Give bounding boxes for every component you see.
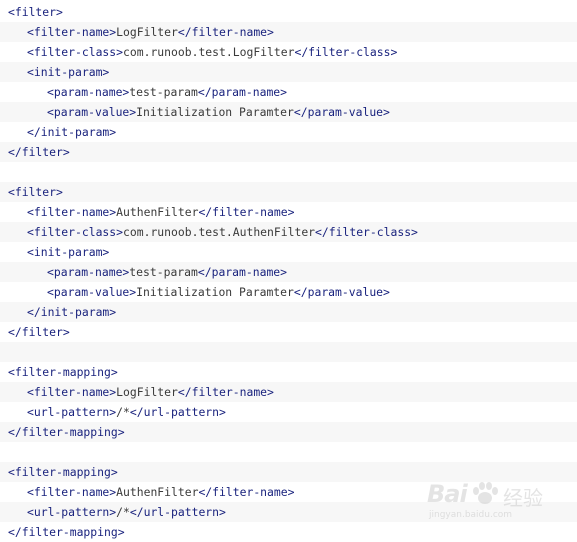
code-line: </init-param>	[0, 302, 577, 322]
xml-text: AuthenFilter	[116, 205, 199, 219]
xml-open-tag: <param-name>	[47, 85, 130, 99]
code-line: </filter-mapping>	[0, 522, 577, 542]
xml-open-tag: <filter-name>	[27, 205, 117, 219]
code-line: <filter-name>AuthenFilter</filter-name>	[0, 482, 577, 502]
xml-open-tag: </filter>	[8, 325, 70, 339]
xml-open-tag: </filter>	[8, 145, 70, 159]
xml-text: com.runoob.test.LogFilter	[123, 45, 295, 59]
xml-open-tag: <filter>	[8, 185, 63, 199]
code-line	[0, 442, 577, 462]
code-line: <filter-mapping>	[0, 462, 577, 482]
code-line: <param-value>Initialization Paramter</pa…	[0, 102, 577, 122]
xml-text: test-param	[129, 85, 198, 99]
xml-close-tag: </filter-class>	[294, 45, 398, 59]
code-line: </init-param>	[0, 122, 577, 142]
code-line: <filter-name>LogFilter</filter-name>	[0, 22, 577, 42]
xml-open-tag: </filter-mapping>	[8, 425, 125, 439]
xml-open-tag: </filter-mapping>	[8, 525, 125, 539]
xml-text: LogFilter	[116, 25, 178, 39]
xml-close-tag: </param-name>	[197, 265, 288, 279]
xml-text: com.runoob.test.AuthenFilter	[123, 225, 316, 239]
xml-close-tag: </filter-name>	[198, 485, 295, 499]
xml-close-tag: </param-value>	[293, 285, 390, 299]
code-line	[0, 162, 577, 182]
xml-text: /*	[116, 405, 130, 419]
xml-open-tag: <url-pattern>	[27, 405, 117, 419]
code-line: <filter-name>LogFilter</filter-name>	[0, 382, 577, 402]
code-line	[0, 342, 577, 362]
xml-open-tag: <filter-mapping>	[8, 365, 118, 379]
code-line: </filter>	[0, 142, 577, 162]
xml-close-tag: </filter-name>	[177, 385, 274, 399]
xml-open-tag: <filter-class>	[27, 225, 124, 239]
xml-open-tag: </init-param>	[27, 305, 117, 319]
xml-open-tag: </init-param>	[27, 125, 117, 139]
code-line: <filter>	[0, 182, 577, 202]
code-line: <filter-class>com.runoob.test.AuthenFilt…	[0, 222, 577, 242]
xml-open-tag: <filter-name>	[27, 485, 117, 499]
xml-text: test-param	[129, 265, 198, 279]
code-line: <filter>	[0, 2, 577, 22]
code-line: <filter-mapping>	[0, 362, 577, 382]
code-line: </filter-mapping>	[0, 422, 577, 442]
xml-open-tag: <filter-class>	[27, 45, 124, 59]
xml-open-tag: <filter-name>	[27, 25, 117, 39]
xml-close-tag: </filter-name>	[198, 205, 295, 219]
code-line: </filter>	[0, 322, 577, 342]
xml-close-tag: </filter-name>	[177, 25, 274, 39]
xml-close-tag: </param-value>	[293, 105, 390, 119]
code-line: <filter-name>AuthenFilter</filter-name>	[0, 202, 577, 222]
code-line: <init-param>	[0, 242, 577, 262]
xml-close-tag: </url-pattern>	[129, 505, 226, 519]
code-block: <filter> <filter-name>LogFilter</filter-n…	[0, 0, 577, 542]
xml-close-tag: </url-pattern>	[129, 405, 226, 419]
xml-open-tag: <init-param>	[27, 65, 110, 79]
xml-text: LogFilter	[116, 385, 178, 399]
code-line: <param-value>Initialization Paramter</pa…	[0, 282, 577, 302]
xml-open-tag: <filter>	[8, 5, 63, 19]
xml-open-tag: <init-param>	[27, 245, 110, 259]
code-line: <url-pattern>/*</url-pattern>	[0, 402, 577, 422]
xml-open-tag: <filter-mapping>	[8, 465, 118, 479]
xml-open-tag: <url-pattern>	[27, 505, 117, 519]
xml-open-tag: <param-value>	[47, 285, 137, 299]
xml-open-tag: <param-value>	[47, 105, 137, 119]
code-line: <filter-class>com.runoob.test.LogFilter<…	[0, 42, 577, 62]
xml-close-tag: </param-name>	[197, 85, 288, 99]
xml-open-tag: <filter-name>	[27, 385, 117, 399]
code-line: <url-pattern>/*</url-pattern>	[0, 502, 577, 522]
xml-close-tag: </filter-class>	[315, 225, 418, 239]
xml-text: AuthenFilter	[116, 485, 199, 499]
xml-text: Initialization Paramter	[136, 285, 294, 299]
code-line: <param-name>test-param</param-name>	[0, 262, 577, 282]
xml-text: /*	[116, 505, 130, 519]
code-line: <init-param>	[0, 62, 577, 82]
xml-text: Initialization Paramter	[136, 105, 294, 119]
code-line: <param-name>test-param</param-name>	[0, 82, 577, 102]
xml-open-tag: <param-name>	[47, 265, 130, 279]
